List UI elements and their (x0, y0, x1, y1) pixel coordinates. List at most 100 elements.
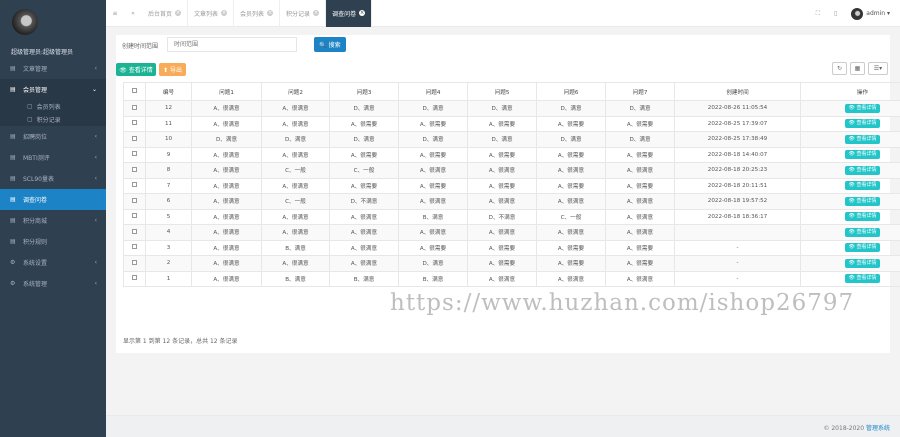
user-menu[interactable]: admin ▾ (866, 10, 890, 17)
menu-toggle-icon[interactable]: ≡ (106, 10, 124, 17)
tab-members[interactable]: 会员列表 × (234, 0, 281, 27)
row-checkbox[interactable] (123, 270, 146, 287)
row-checkbox[interactable] (123, 239, 146, 256)
sidebar-item-mbti[interactable]: ▤ MBTI测评 ‹ (0, 147, 106, 168)
row-checkbox[interactable] (123, 162, 146, 179)
row-checkbox[interactable] (123, 224, 146, 241)
close-icon[interactable]: × (359, 10, 366, 16)
sidebar-item-label: 积分规则 (23, 239, 48, 246)
sidebar-item-survey[interactable]: ▤ 调查问卷 (0, 189, 106, 210)
table-row[interactable]: 7 A、很满意 A、很满意 A、很需要 A、很需要 A、很需要 A、很需要 A、很需要 2022… (123, 177, 900, 194)
action-cell: 👁 查看详情 (800, 115, 900, 132)
table-row[interactable]: 3 A、很满意 B、满意 A、很满意 A、很需要 A、很需要 A、很需要 A、很需要 - 👁 查看… (123, 239, 900, 256)
sidebar-subitem-member-list[interactable]: ▢ 会员列表 (0, 100, 106, 113)
tab-label: 积分记录 (286, 10, 311, 18)
export-button[interactable]: ⬆ 导出 (159, 63, 186, 76)
table-row[interactable]: 12 A、很满意 A、很满意 D、满意 D、满意 D、满意 D、满意 D、满意 2022-08-… (123, 100, 900, 117)
table-cell: A、很满意 (261, 208, 330, 225)
sidebar-item-jobs[interactable]: ▤ 招聘岗位 ‹ (0, 126, 106, 147)
row-checkbox[interactable] (123, 208, 146, 225)
view-detail-row-button[interactable]: 👁 查看详情 (844, 181, 881, 191)
tab-scroll-left-icon[interactable]: « (124, 10, 142, 17)
table-cell: A、很满意 (605, 208, 675, 225)
tab-home[interactable]: 后台首页 × (142, 0, 189, 27)
view-detail-row-button[interactable]: 👁 查看详情 (844, 119, 881, 129)
view-detail-row-button[interactable]: 👁 查看详情 (844, 212, 881, 222)
fullscreen-icon[interactable]: ⛶ (816, 10, 820, 18)
close-icon[interactable]: × (175, 10, 182, 16)
row-checkbox[interactable] (123, 177, 146, 194)
table-cell: A、很满意 (261, 146, 330, 163)
table-row[interactable]: 9 A、很满意 A、很满意 A、很需要 A、很需要 A、很需要 A、很需要 A、很需要 2022… (123, 146, 900, 163)
view-detail-row-button[interactable]: 👁 查看详情 (844, 150, 881, 160)
table-cell: 12 (145, 100, 192, 117)
close-icon[interactable]: × (221, 10, 228, 16)
view-detail-row-button[interactable]: 👁 查看详情 (844, 165, 881, 175)
view-detail-row-button[interactable]: 👁 查看详情 (844, 196, 881, 206)
row-checkbox[interactable] (123, 146, 146, 163)
table-row[interactable]: 11 A、很满意 A、很满意 A、很需要 A、很需要 A、很需要 A、很需要 A、很需要 202… (123, 115, 900, 132)
table-row[interactable]: 10 D、满意 D、满意 D、满意 D、满意 D、满意 D、满意 D、满意 2022-08-25… (123, 131, 900, 148)
table-cell: D、满意 (536, 131, 606, 148)
tab-articles[interactable]: 文章列表 × (188, 0, 235, 27)
gear-icon: ⚙ (10, 259, 16, 266)
table-cell: 2022-08-25 17:38:49 (674, 131, 801, 148)
close-icon[interactable]: × (267, 10, 274, 16)
row-checkbox[interactable] (123, 115, 146, 132)
view-detail-row-button[interactable]: 👁 查看详情 (844, 243, 881, 253)
table-cell: A、很满意 (191, 100, 262, 117)
table-cell: A、很满意 (191, 177, 262, 194)
table-cell: A、很满意 (191, 270, 262, 287)
copyright-brand[interactable]: 管理系统 (866, 425, 890, 432)
list-icon: ▤ (10, 175, 16, 182)
select-all-checkbox[interactable] (123, 82, 146, 101)
avatar[interactable] (12, 9, 38, 35)
table-row[interactable]: 5 A、很满意 A、很满意 A、很满意 B、满意 D、不满意 C、一般 A、很满意 2022-0… (123, 208, 900, 225)
table-row[interactable]: 6 A、很满意 C、一般 D、不满意 A、很满意 A、很满意 A、很满意 A、很满意 2022-… (123, 193, 900, 210)
view-detail-row-button[interactable]: 👁 查看详情 (844, 134, 881, 144)
refresh-icon[interactable]: ↻ (832, 62, 847, 75)
table-cell: B、满意 (398, 270, 468, 287)
column-header: 问题3 (329, 82, 399, 101)
row-checkbox[interactable] (123, 193, 146, 210)
view-detail-row-button[interactable]: 👁 查看详情 (844, 274, 881, 284)
user-avatar[interactable] (851, 7, 864, 20)
sidebar-subnav: ▢ 会员列表 ▢ 积分记录 (0, 100, 106, 126)
sidebar-item-rules[interactable]: ▤ 积分规则 (0, 231, 106, 252)
sidebar-subitem-points-log[interactable]: ▢ 积分记录 (0, 113, 106, 126)
table-row[interactable]: 1 A、很满意 B、满意 B、满意 B、满意 A、很满意 A、很满意 A、很满意 - 👁 查看详情 (123, 270, 900, 287)
sidebar-item-articles[interactable]: ▤ 文章管理 ‹ (0, 58, 106, 79)
close-icon[interactable]: × (313, 10, 320, 16)
date-range-input[interactable] (167, 37, 297, 52)
sidebar-item-scl90[interactable]: ▤ SCL90量表 ‹ (0, 168, 106, 189)
table-row[interactable]: 8 A、很满意 C、一般 C、一般 A、很满意 A、很满意 A、很满意 A、很满意 2022-0… (123, 162, 900, 179)
sidebar-item-system-admin[interactable]: ⚙ 系统管理 ‹ (0, 273, 106, 294)
sidebar-item-mall[interactable]: ▤ 积分商城 ‹ (0, 210, 106, 231)
table-cell: A、很满意 (329, 224, 399, 241)
row-checkbox[interactable] (123, 255, 146, 272)
row-checkbox[interactable] (123, 131, 146, 148)
tab-points[interactable]: 积分记录 × (280, 0, 327, 27)
view-detail-button[interactable]: 👁 查看详情 (116, 63, 156, 76)
export-menu-icon[interactable]: ☰▾ (868, 62, 888, 75)
row-checkbox[interactable] (123, 100, 146, 117)
view-detail-row-button[interactable]: 👁 查看详情 (844, 227, 881, 237)
search-button[interactable]: 🔍 搜索 (314, 37, 346, 52)
columns-icon[interactable]: ▦ (850, 62, 865, 75)
sidebar-item-members[interactable]: ▤ 会员管理 ⌄ (0, 79, 106, 100)
tab-survey[interactable]: 调查问卷 × (326, 0, 373, 27)
document-icon: ▤ (10, 65, 16, 72)
profile-name[interactable]: 超级管理员:超级管理员 (11, 47, 73, 56)
view-detail-row-button[interactable]: 👁 查看详情 (844, 103, 881, 113)
table-cell: A、很满意 (191, 162, 262, 179)
sidebar-item-system-settings[interactable]: ⚙ 系统设置 ‹ (0, 252, 106, 273)
trash-icon[interactable]: ▯ (834, 10, 837, 17)
table-header-row: 编号 问题1 问题2 问题3 问题4 问题5 问题6 问题7 创建时间 操作 (123, 82, 900, 101)
table-row[interactable]: 4 A、很满意 A、很满意 A、很满意 A、很满意 A、很满意 A、很满意 A、很满意 👁 查看… (123, 224, 900, 241)
column-header[interactable]: 编号 (145, 82, 192, 101)
chevron-left-icon: ‹ (94, 259, 97, 266)
table-cell: D、满意 (467, 100, 537, 117)
table-row[interactable]: 2 A、很满意 A、很满意 A、很满意 D、满意 A、很需要 A、很需要 A、很需要 - 👁 查看… (123, 255, 900, 272)
view-detail-row-button[interactable]: 👁 查看详情 (844, 258, 881, 268)
action-cell: 👁 查看详情 (800, 162, 900, 179)
